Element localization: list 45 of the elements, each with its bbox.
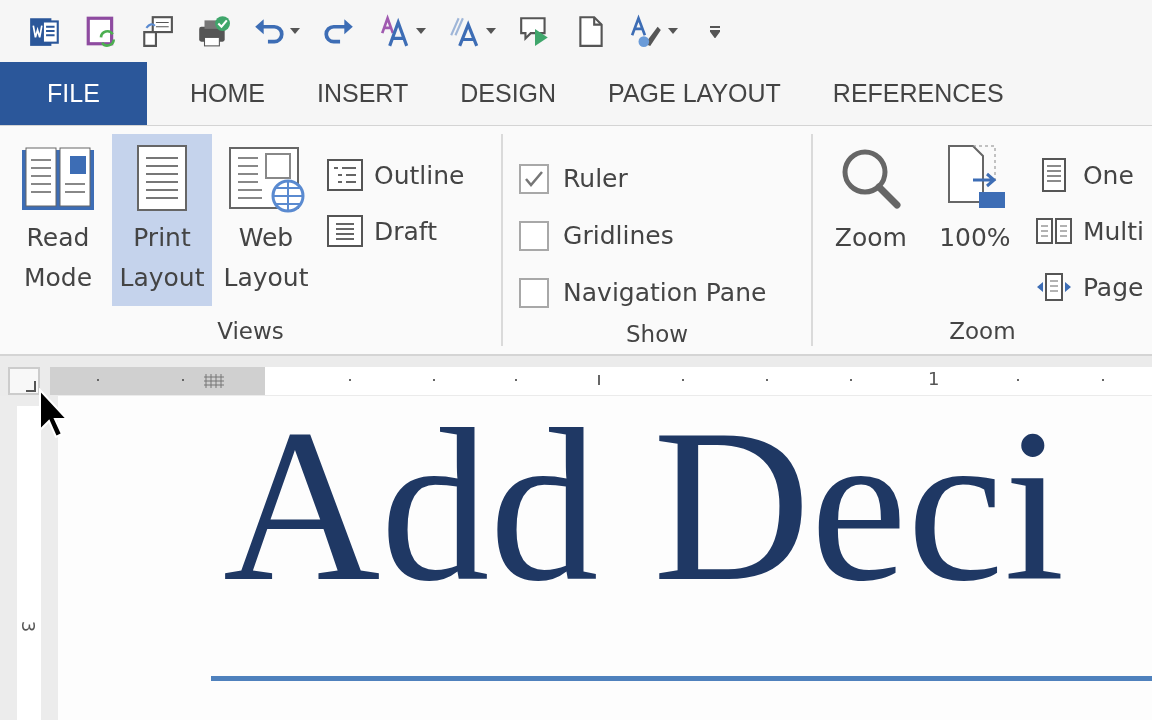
customize-toolbar-icon[interactable] [708,24,722,38]
checkbox-label: Ruler [563,164,628,193]
view-button[interactable]: 100% [924,134,1025,306]
ribbon-tab[interactable]: HOME [169,62,286,125]
ribbon-button[interactable]: One [1034,150,1144,200]
checkbox[interactable] [519,220,550,251]
ribbon-button[interactable]: Draft [326,206,465,256]
printer-icon[interactable] [196,14,230,48]
ribbon-tab[interactable]: FILE [0,62,147,125]
ribbon-tab[interactable]: DESIGN [439,62,578,125]
save-icon[interactable] [84,14,118,48]
table-marker-icon[interactable] [203,373,225,389]
document-copy-icon[interactable] [140,14,174,48]
view-button[interactable]: Zoom [820,134,921,306]
group-label: Views [216,318,285,346]
document-title: Add Deci [223,406,1065,606]
ribbon-tab[interactable]: REFERENCES [811,62,1025,125]
tab-stop-icon [26,381,38,393]
checkbox-option[interactable]: Gridlines [519,207,767,264]
outline-icon [326,158,364,192]
caret-icon[interactable] [486,28,496,34]
caret-icon[interactable] [416,28,426,34]
checkbox-label: Navigation Pane [563,278,767,307]
ruler-number: 1 [928,368,940,389]
ribbon-button[interactable]: Page [1034,262,1144,312]
checkbox-label: Gridlines [563,221,674,250]
ribbon-button[interactable]: Outline [326,150,465,200]
ruler-number: 3 [18,620,40,633]
ribbon-tab[interactable]: INSERT [296,62,430,125]
draft-icon [326,214,364,248]
tab-selector[interactable] [8,367,40,395]
group-label: Zoom [948,318,1017,346]
ribbon-button[interactable]: Multi [1034,206,1144,256]
checkbox[interactable] [519,163,550,194]
ribbon-tab[interactable]: PAGE LAYOUT [587,62,802,125]
checkbox[interactable] [519,277,550,308]
checkbox-option[interactable]: Navigation Pane [519,264,767,321]
web-page-icon [226,144,306,214]
view-button[interactable]: Print Layout [112,134,212,306]
caret-icon[interactable] [290,28,300,34]
checkbox-option[interactable]: Ruler [519,150,767,207]
view-button[interactable]: Read Mode [8,134,108,306]
caret-icon[interactable] [668,28,678,34]
group-label: Show [624,321,689,349]
view-button[interactable]: Web Layout [216,134,316,306]
